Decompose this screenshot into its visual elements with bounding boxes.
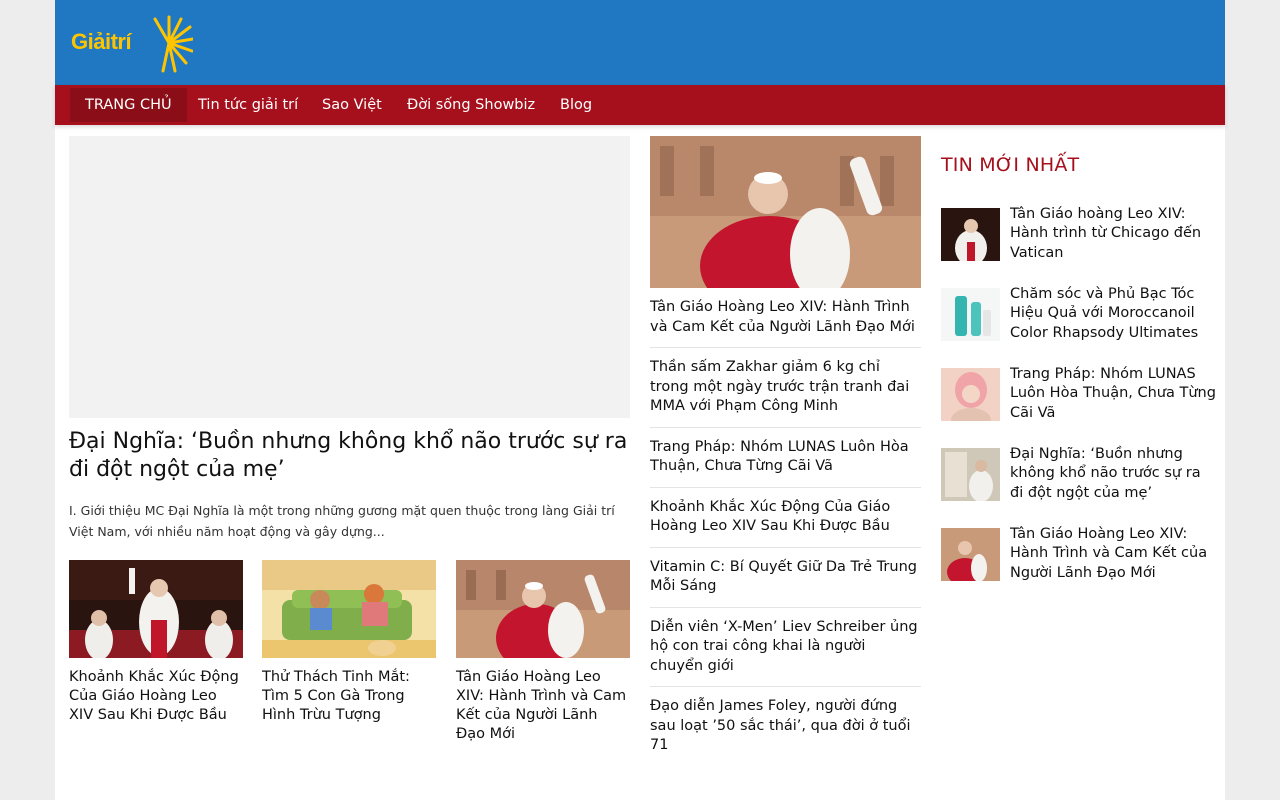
sidebar-item[interactable]: Trang Pháp: Nhóm LUNAS Luôn Hòa Thuận, C… — [941, 365, 1216, 445]
card-title[interactable]: Thử Thách Tinh Mắt: Tìm 5 Con Gà Trong H… — [262, 668, 436, 725]
card-thumbnail[interactable] — [69, 560, 243, 658]
nav-item-showbiz-life[interactable]: Đời sống Showbiz — [392, 85, 550, 125]
list-item[interactable]: Diễn viên ‘X-Men’ Liev Schreiber ủng hộ … — [650, 618, 921, 687]
pope-waving-image — [456, 560, 630, 658]
logo-text: Giảitrí — [71, 29, 132, 54]
list-item[interactable]: Khoảnh Khắc Xúc Động Của Giáo Hoàng Leo … — [650, 498, 921, 548]
sidebar-thumbnail — [941, 448, 1000, 501]
pope-waving-large-image — [650, 136, 921, 288]
featured-image[interactable] — [69, 136, 630, 418]
card-title[interactable]: Khoảnh Khắc Xúc Động Của Giáo Hoàng Leo … — [69, 668, 243, 725]
list-item[interactable]: Thần sấm Zakhar giảm 6 kg chỉ trong một … — [650, 358, 921, 428]
site-header: Giảitrí — [55, 0, 1225, 85]
puzzle-illustration-image — [262, 560, 436, 658]
middle-article-list: Tân Giáo Hoàng Leo XIV: Hành Trình và Ca… — [650, 298, 921, 776]
sidebar-heading: TIN MỚI NHẤT — [941, 154, 1080, 176]
featured-title[interactable]: Đại Nghĩa: ‘Buồn nhưng không khổ não trư… — [69, 428, 630, 484]
sidebar-thumbnail — [941, 528, 1000, 581]
page-container: Giảitrí TRANG CHỦ Tin tức giải trí Sao V… — [55, 0, 1225, 800]
article-card[interactable]: Thử Thách Tinh Mắt: Tìm 5 Con Gà Trong H… — [262, 560, 436, 725]
middle-feature-image[interactable] — [650, 136, 921, 288]
card-thumbnail[interactable] — [456, 560, 630, 658]
sidebar-item[interactable]: Chăm sóc và Phủ Bạc Tóc Hiệu Quả với Mor… — [941, 285, 1216, 365]
site-logo[interactable]: Giảitrí — [69, 13, 195, 75]
sidebar-item-title[interactable]: Tân Giáo hoàng Leo XIV: Hành trình từ Ch… — [1010, 205, 1216, 263]
article-card[interactable]: Khoảnh Khắc Xúc Động Của Giáo Hoàng Leo … — [69, 560, 243, 725]
sidebar-item-title[interactable]: Tân Giáo Hoàng Leo XIV: Hành Trình và Ca… — [1010, 525, 1216, 583]
card-thumbnail[interactable] — [262, 560, 436, 658]
sidebar-item-title[interactable]: Đại Nghĩa: ‘Buồn nhưng không khổ não trư… — [1010, 445, 1216, 503]
list-item[interactable]: Trang Pháp: Nhóm LUNAS Luôn Hòa Thuận, C… — [650, 438, 921, 488]
nav-item-blog[interactable]: Blog — [545, 85, 607, 125]
sidebar-thumbnail — [941, 288, 1000, 341]
nav-item-home[interactable]: TRANG CHỦ — [70, 88, 187, 122]
sidebar-item-title[interactable]: Trang Pháp: Nhóm LUNAS Luôn Hòa Thuận, C… — [1010, 365, 1216, 423]
sidebar-item[interactable]: Tân Giáo hoàng Leo XIV: Hành trình từ Ch… — [941, 205, 1216, 285]
nav-item-vietnam-stars[interactable]: Sao Việt — [307, 85, 397, 125]
featured-excerpt: I. Giới thiệu MC Đại Nghĩa là một trong … — [69, 503, 615, 539]
main-nav: TRANG CHỦ Tin tức giải trí Sao Việt Đời … — [55, 85, 1225, 125]
pope-balcony-image — [69, 560, 243, 658]
sidebar-thumbnail — [941, 208, 1000, 261]
sidebar-item[interactable]: Tân Giáo Hoàng Leo XIV: Hành Trình và Ca… — [941, 525, 1216, 605]
list-item[interactable]: Đạo diễn James Foley, người đứng sau loạ… — [650, 697, 921, 766]
sidebar-item-title[interactable]: Chăm sóc và Phủ Bạc Tóc Hiệu Quả với Mor… — [1010, 285, 1216, 343]
nav-item-entertainment-news[interactable]: Tin tức giải trí — [183, 85, 313, 125]
sidebar-item[interactable]: Đại Nghĩa: ‘Buồn nhưng không khổ não trư… — [941, 445, 1216, 525]
sidebar-thumbnail — [941, 368, 1000, 421]
list-item[interactable]: Vitamin C: Bí Quyết Giữ Da Trẻ Trung Mỗi… — [650, 558, 921, 608]
card-title[interactable]: Tân Giáo Hoàng Leo XIV: Hành Trình và Ca… — [456, 668, 630, 744]
article-card[interactable]: Tân Giáo Hoàng Leo XIV: Hành Trình và Ca… — [456, 560, 630, 744]
list-item[interactable]: Tân Giáo Hoàng Leo XIV: Hành Trình và Ca… — [650, 298, 921, 348]
latest-news-list: Tân Giáo hoàng Leo XIV: Hành trình từ Ch… — [941, 205, 1216, 605]
